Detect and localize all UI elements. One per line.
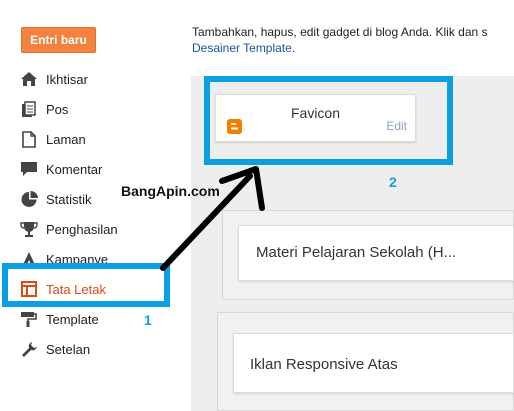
annotation-arrow (160, 166, 265, 271)
